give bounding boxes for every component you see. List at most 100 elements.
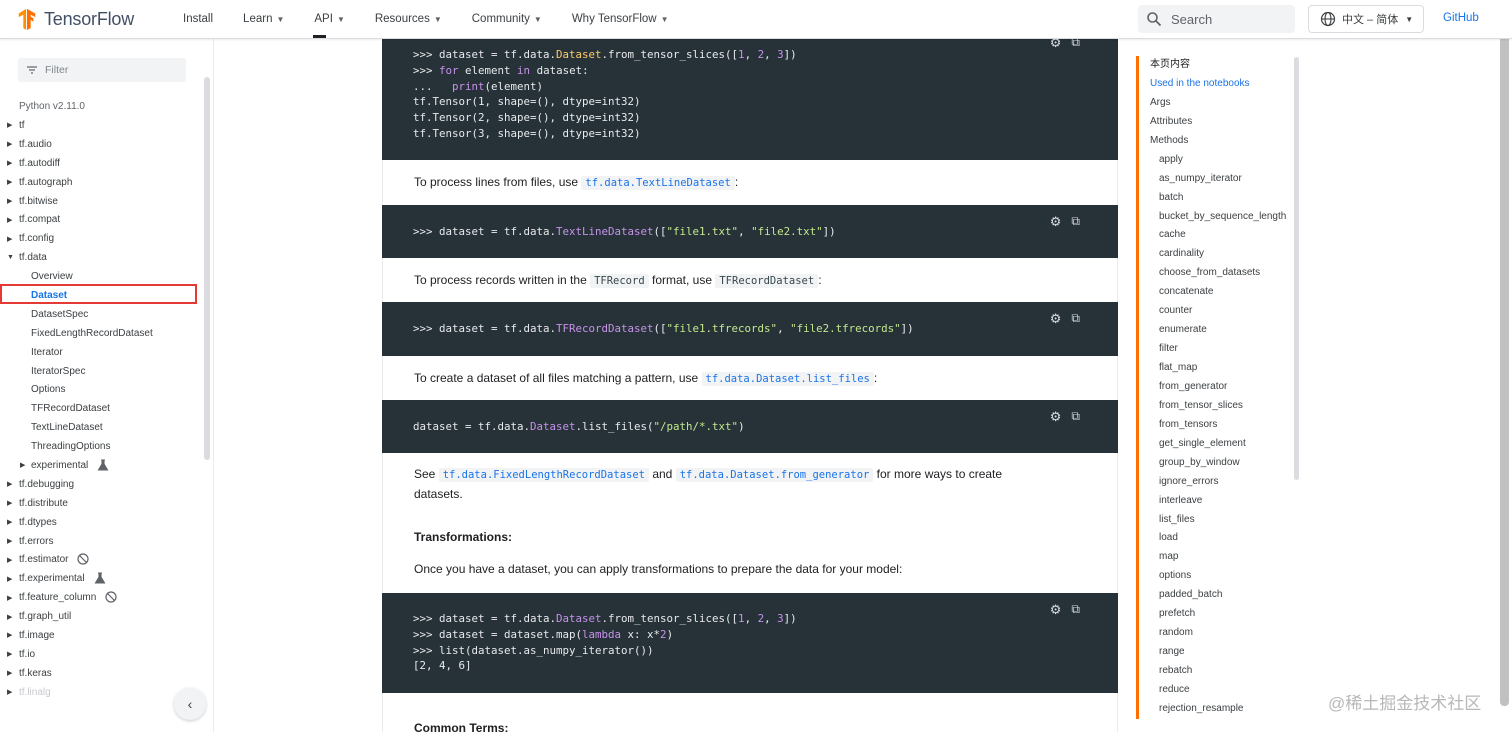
theme-toggle-icon[interactable]: ⚙ bbox=[1050, 409, 1062, 425]
sidebar-item-tf-experimental[interactable]: ▶ tf.experimental bbox=[0, 569, 205, 588]
collapsed-arrow-icon[interactable]: ▶ bbox=[7, 613, 12, 621]
toc-item-methods[interactable]: Methods bbox=[1139, 132, 1299, 151]
toc-item-as-numpy-iterator[interactable]: as_numpy_iterator bbox=[1139, 170, 1299, 189]
language-select[interactable]: 中文 – 简体 ▼ bbox=[1308, 5, 1424, 33]
collapsed-arrow-icon[interactable]: ▶ bbox=[7, 499, 12, 507]
toc-item-cache[interactable]: cache bbox=[1139, 226, 1299, 245]
sidebar-item-tf-config[interactable]: ▶ tf.config bbox=[0, 229, 205, 248]
toc-item-counter[interactable]: counter bbox=[1139, 302, 1299, 321]
toc-item-group-by-window[interactable]: group_by_window bbox=[1139, 454, 1299, 473]
toc-item-apply[interactable]: apply bbox=[1139, 151, 1299, 170]
collapsed-arrow-icon[interactable]: ▶ bbox=[7, 688, 12, 696]
sidebar-item-tf-dtypes[interactable]: ▶ tf.dtypes bbox=[0, 513, 205, 532]
nav-item-install[interactable]: Install bbox=[168, 0, 228, 38]
collapsed-arrow-icon[interactable]: ▶ bbox=[7, 197, 12, 205]
collapsed-arrow-icon[interactable]: ▶ bbox=[7, 235, 12, 243]
toc-item-flat-map[interactable]: flat_map bbox=[1139, 359, 1299, 378]
toc-item-filter[interactable]: filter bbox=[1139, 340, 1299, 359]
collapsed-arrow-icon[interactable]: ▶ bbox=[7, 650, 12, 658]
sidebar-item-iteratorspec[interactable]: IteratorSpec bbox=[0, 362, 205, 381]
sidebar-item-tf-distribute[interactable]: ▶ tf.distribute bbox=[0, 494, 205, 513]
sidebar-item-options[interactable]: Options bbox=[0, 380, 205, 399]
collapsed-arrow-icon[interactable]: ▶ bbox=[7, 669, 12, 677]
toc-item-choose-from-datasets[interactable]: choose_from_datasets bbox=[1139, 264, 1299, 283]
collapsed-arrow-icon[interactable]: ▶ bbox=[7, 216, 12, 224]
sidebar-item-tf-io[interactable]: ▶ tf.io bbox=[0, 645, 205, 664]
sidebar-item-fixedlengthrecorddataset[interactable]: FixedLengthRecordDataset bbox=[0, 324, 205, 343]
toc-item-attributes[interactable]: Attributes bbox=[1139, 113, 1299, 132]
collapsed-arrow-icon[interactable]: ▶ bbox=[7, 518, 12, 526]
toc-item-options[interactable]: options bbox=[1139, 567, 1299, 586]
sidebar-item-experimental[interactable]: ▶ experimental bbox=[0, 456, 205, 475]
nav-item-why-tensorflow[interactable]: Why TensorFlow ▼ bbox=[557, 0, 684, 38]
copy-icon[interactable]: ⧉ bbox=[1071, 602, 1080, 618]
sidebar-item-tf-keras[interactable]: ▶ tf.keras bbox=[0, 664, 205, 683]
sidebar-item-threadingoptions[interactable]: ThreadingOptions bbox=[0, 437, 205, 456]
sidebar-item-tf-bitwise[interactable]: ▶ tf.bitwise bbox=[0, 192, 205, 211]
theme-toggle-icon[interactable]: ⚙ bbox=[1050, 602, 1062, 618]
sidebar-item-textlinedataset[interactable]: TextLineDataset bbox=[0, 418, 205, 437]
collapsed-arrow-icon[interactable]: ▶ bbox=[7, 140, 12, 148]
toc-item-rejection-resample[interactable]: rejection_resample bbox=[1139, 700, 1299, 719]
collapsed-arrow-icon[interactable]: ▶ bbox=[7, 556, 12, 564]
toc-item-cardinality[interactable]: cardinality bbox=[1139, 245, 1299, 264]
collapsed-arrow-icon[interactable]: ▶ bbox=[7, 631, 12, 639]
sidebar-item-tf-debugging[interactable]: ▶ tf.debugging bbox=[0, 475, 205, 494]
sidebar-item-tf-errors[interactable]: ▶ tf.errors bbox=[0, 532, 205, 551]
toc-item-get-single-element[interactable]: get_single_element bbox=[1139, 435, 1299, 454]
theme-toggle-icon[interactable]: ⚙ bbox=[1050, 311, 1062, 327]
search-box[interactable]: Search bbox=[1138, 5, 1295, 33]
toc-item-from-tensors[interactable]: from_tensors bbox=[1139, 416, 1299, 435]
toc-item-concatenate[interactable]: concatenate bbox=[1139, 283, 1299, 302]
nav-item-community[interactable]: Community ▼ bbox=[457, 0, 557, 38]
filter-input[interactable]: Filter bbox=[18, 58, 186, 82]
toc-item-interleave[interactable]: interleave bbox=[1139, 492, 1299, 511]
copy-icon[interactable]: ⧉ bbox=[1071, 409, 1080, 425]
collapse-sidebar-button[interactable]: ‹ bbox=[174, 688, 206, 720]
copy-icon[interactable]: ⧉ bbox=[1071, 311, 1080, 327]
sidebar-item-iterator[interactable]: Iterator bbox=[0, 343, 205, 362]
inline-code-link[interactable]: tf.data.FixedLengthRecordDataset bbox=[438, 468, 649, 482]
sidebar-item-tf-estimator[interactable]: ▶ tf.estimator bbox=[0, 550, 205, 569]
collapsed-arrow-icon[interactable]: ▶ bbox=[7, 121, 12, 129]
toc-item-batch[interactable]: batch bbox=[1139, 189, 1299, 208]
sidebar-item-tf-autodiff[interactable]: ▶ tf.autodiff bbox=[0, 154, 205, 173]
toc-item-map[interactable]: map bbox=[1139, 548, 1299, 567]
toc-item-range[interactable]: range bbox=[1139, 643, 1299, 662]
toc-item-args[interactable]: Args bbox=[1139, 94, 1299, 113]
toc-item-from-tensor-slices[interactable]: from_tensor_slices bbox=[1139, 397, 1299, 416]
toc-item-rebatch[interactable]: rebatch bbox=[1139, 662, 1299, 681]
toc-item-prefetch[interactable]: prefetch bbox=[1139, 605, 1299, 624]
collapsed-arrow-icon[interactable]: ▶ bbox=[7, 537, 12, 545]
copy-icon[interactable]: ⧉ bbox=[1071, 214, 1080, 230]
collapsed-arrow-icon[interactable]: ▶ bbox=[7, 159, 12, 167]
collapsed-arrow-icon[interactable]: ▶ bbox=[20, 461, 25, 469]
sidebar-item-tf-audio[interactable]: ▶ tf.audio bbox=[0, 135, 205, 154]
inline-code-link[interactable]: tf.data.Dataset.list_files bbox=[701, 372, 874, 386]
toc-item-from-generator[interactable]: from_generator bbox=[1139, 378, 1299, 397]
page-scrollbar[interactable] bbox=[1500, 26, 1509, 706]
sidebar-item-tf[interactable]: ▶ tf bbox=[0, 116, 205, 135]
expanded-arrow-icon[interactable]: ▼ bbox=[7, 254, 14, 261]
toc-scrollbar[interactable] bbox=[1294, 57, 1299, 480]
inline-code-link[interactable]: tf.data.TextLineDataset bbox=[581, 176, 735, 190]
toc-item-[interactable]: 本页内容 bbox=[1139, 56, 1299, 75]
sidebar-item-tf-compat[interactable]: ▶ tf.compat bbox=[0, 210, 205, 229]
sidebar-item-tfrecorddataset[interactable]: TFRecordDataset bbox=[0, 399, 205, 418]
nav-item-api[interactable]: API ▼ bbox=[299, 0, 359, 38]
sidebar-item-tf-data[interactable]: ▼ tf.data bbox=[0, 248, 205, 267]
collapsed-arrow-icon[interactable]: ▶ bbox=[7, 575, 12, 583]
sidebar-item-tf-feature-column[interactable]: ▶ tf.feature_column bbox=[0, 588, 205, 607]
collapsed-arrow-icon[interactable]: ▶ bbox=[7, 480, 12, 488]
sidebar-scrollbar[interactable] bbox=[204, 77, 210, 460]
toc-item-enumerate[interactable]: enumerate bbox=[1139, 321, 1299, 340]
collapsed-arrow-icon[interactable]: ▶ bbox=[7, 178, 12, 186]
sidebar-item-datasetspec[interactable]: DatasetSpec bbox=[0, 305, 205, 324]
sidebar-item-tf-image[interactable]: ▶ tf.image bbox=[0, 626, 205, 645]
tensorflow-logo[interactable]: TensorFlow bbox=[16, 8, 134, 30]
inline-code-link[interactable]: tf.data.Dataset.from_generator bbox=[675, 468, 874, 482]
github-link[interactable]: GitHub bbox=[1443, 12, 1479, 24]
toc-item-bucket-by-sequence-length[interactable]: bucket_by_sequence_length bbox=[1139, 208, 1299, 227]
toc-item-reduce[interactable]: reduce bbox=[1139, 681, 1299, 700]
toc-item-list-files[interactable]: list_files bbox=[1139, 511, 1299, 530]
